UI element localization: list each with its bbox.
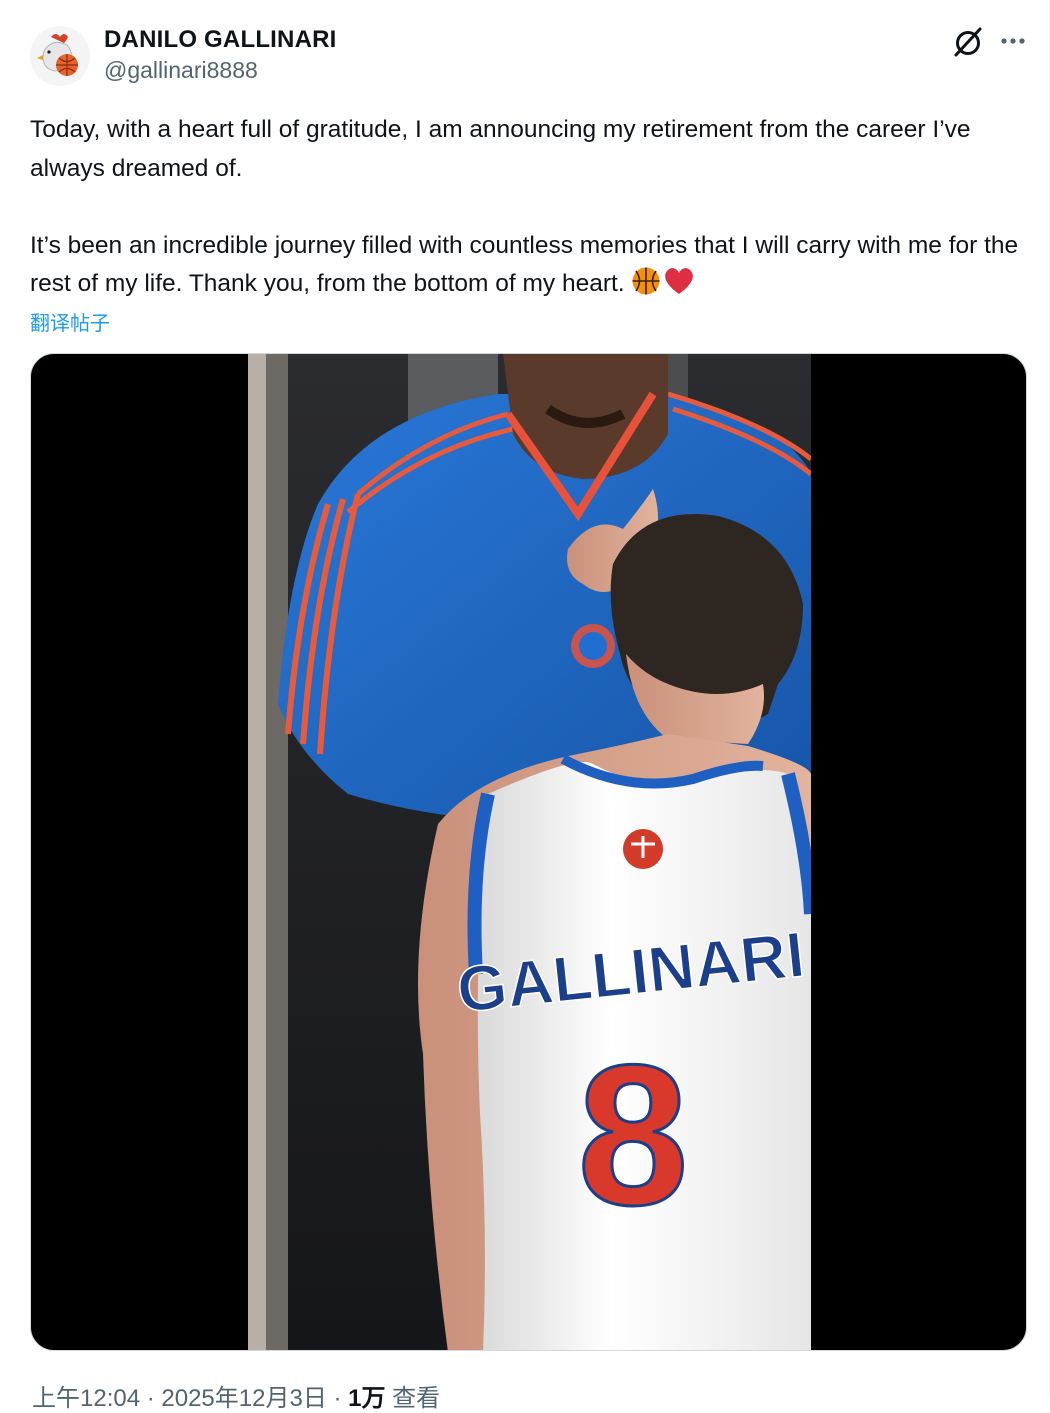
- red-heart-emoji-icon: [663, 266, 695, 309]
- views-count: 1万: [348, 1385, 386, 1412]
- video-frame-image: GALLINARI 8: [248, 354, 811, 1350]
- basketball-emoji-icon: [631, 266, 661, 309]
- post-meta-row: 上午12:04 · 2025年12月3日 · 1万 查看: [32, 1378, 440, 1413]
- rooster-logo-icon: [29, 25, 91, 87]
- video-player[interactable]: GALLINARI 8: [30, 353, 1027, 1351]
- grok-icon[interactable]: [950, 24, 986, 60]
- post-paragraph-2: It’s been an incredible journey filled w…: [30, 227, 1030, 309]
- post-timestamp[interactable]: 上午12:04 · 2025年12月3日 ·: [32, 1385, 348, 1412]
- avatar[interactable]: [29, 25, 91, 87]
- post-paragraph: Today, with a heart full of gratitude, I…: [30, 116, 971, 182]
- post-text: Today, with a heart full of gratitude, I…: [30, 111, 1030, 309]
- jersey-number-text: 8: [577, 1024, 688, 1247]
- post-paragraph-text: It’s been an incredible journey filled w…: [30, 231, 1019, 298]
- post-container: DANILO GALLINARI @gallinari8888 Today, w…: [0, 0, 1050, 1412]
- author-display-name[interactable]: DANILO GALLINARI: [104, 26, 337, 54]
- more-options-icon[interactable]: [996, 24, 1030, 58]
- author-handle[interactable]: @gallinari8888: [104, 57, 258, 84]
- translate-post-link[interactable]: 翻译帖子: [30, 307, 110, 336]
- views-label: 查看: [385, 1385, 441, 1412]
